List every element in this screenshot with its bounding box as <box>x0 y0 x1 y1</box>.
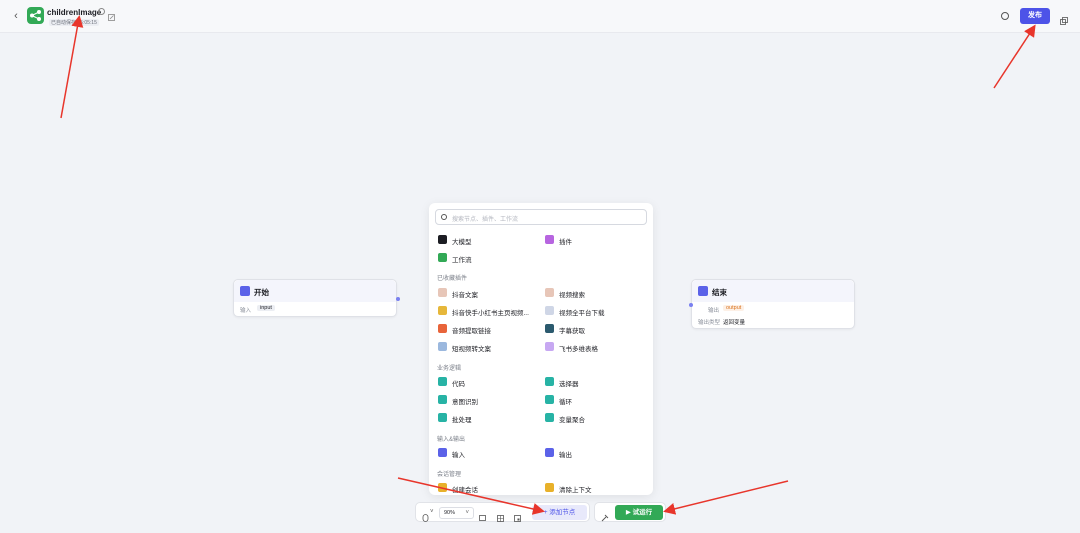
arrow-to-publish <box>993 24 1036 89</box>
search-placeholder: 搜索节点、插件、工作流 <box>452 217 519 223</box>
copy-icon[interactable] <box>1060 12 1068 25</box>
zoom-value: 90% <box>444 510 456 516</box>
code-icon <box>438 377 447 386</box>
start-node-header: 开始 <box>234 280 396 302</box>
chat-icon <box>438 483 447 492</box>
arrow-to-run <box>663 480 789 515</box>
edit-icon[interactable] <box>108 8 115 21</box>
intent-icon <box>438 395 447 404</box>
canvas-toolbar: ˅ 90% ˅ + 添加节点 <box>415 502 590 522</box>
start-node[interactable]: 开始 输入 input <box>233 279 400 317</box>
comment-icon[interactable] <box>479 509 486 521</box>
end-output-value: output <box>723 305 745 311</box>
download-icon <box>545 306 554 315</box>
start-input-label: 输入 <box>240 308 252 314</box>
end-node[interactable]: 结束 输出 output 输出类型 返回变量 <box>689 279 855 329</box>
arrow-to-title <box>60 15 84 119</box>
end-node-title: 结束 <box>712 288 727 297</box>
play-icon: ▶ <box>625 509 633 516</box>
run-toolbar: ▶ 试运行 <box>594 502 666 522</box>
add-node-button[interactable]: + 添加节点 <box>532 505 587 520</box>
debug-icon[interactable] <box>601 509 609 522</box>
add-node-panel: 搜索节点、插件、工作流 大模型 插件 工作流 已收藏插件 抖音文案 视频搜索 抖… <box>429 203 653 495</box>
subtitle-icon <box>545 324 554 333</box>
minimap-icon[interactable] <box>514 509 521 522</box>
end-answer-label: 输出类型 <box>698 320 721 326</box>
workflow-title: childrenImage <box>47 8 102 17</box>
plugin-icon <box>545 235 554 244</box>
mouse-icon[interactable] <box>422 509 429 522</box>
aggregate-icon <box>545 413 554 422</box>
back-icon[interactable]: ‹ <box>10 10 22 22</box>
info-icon[interactable] <box>98 8 105 15</box>
section-session: 会话管理 <box>437 472 462 478</box>
end-node-header: 结束 <box>692 280 854 302</box>
start-node-title: 开始 <box>254 288 269 297</box>
start-icon <box>240 286 250 296</box>
audio-icon <box>438 324 447 333</box>
selector-icon <box>545 377 554 386</box>
start-input-value: input <box>257 305 275 311</box>
end-answer-value: 返回变量 <box>723 320 746 326</box>
zoom-select[interactable]: 90% ˅ <box>439 507 474 519</box>
workflow-icon <box>27 7 44 24</box>
table-icon <box>545 342 554 351</box>
stack-icon <box>438 306 447 315</box>
section-logic: 业务逻辑 <box>437 366 462 372</box>
layout-icon[interactable] <box>497 509 504 522</box>
workflow-icon <box>438 253 447 262</box>
avatar-icon <box>438 288 447 297</box>
chevron-down-icon: ˅ <box>465 510 469 516</box>
output-icon <box>545 448 554 457</box>
history-icon[interactable] <box>1001 12 1009 20</box>
section-io: 输入&输出 <box>437 437 466 443</box>
top-bar: ‹ childrenImage 已自动保存 15:05:15 发布 <box>0 0 1080 33</box>
avatar-icon <box>545 288 554 297</box>
start-output-port[interactable] <box>396 297 400 301</box>
input-icon <box>438 448 447 457</box>
autosave-status: 已自动保存 15:05:15 <box>49 19 99 26</box>
chevron-down-icon[interactable]: ˅ <box>430 509 437 516</box>
end-input-port[interactable] <box>689 303 693 307</box>
loop-icon <box>545 395 554 404</box>
llm-icon <box>438 235 447 244</box>
batch-icon <box>438 413 447 422</box>
section-favorites: 已收藏插件 <box>437 276 468 282</box>
test-run-button[interactable]: ▶ 试运行 <box>615 505 663 520</box>
clear-icon <box>545 483 554 492</box>
publish-button[interactable]: 发布 <box>1020 8 1050 24</box>
end-icon <box>698 286 708 296</box>
end-output-label: 输出 <box>708 308 720 314</box>
video-text-icon <box>438 342 447 351</box>
node-search-input[interactable]: 搜索节点、插件、工作流 <box>435 209 647 225</box>
search-icon <box>441 214 447 220</box>
